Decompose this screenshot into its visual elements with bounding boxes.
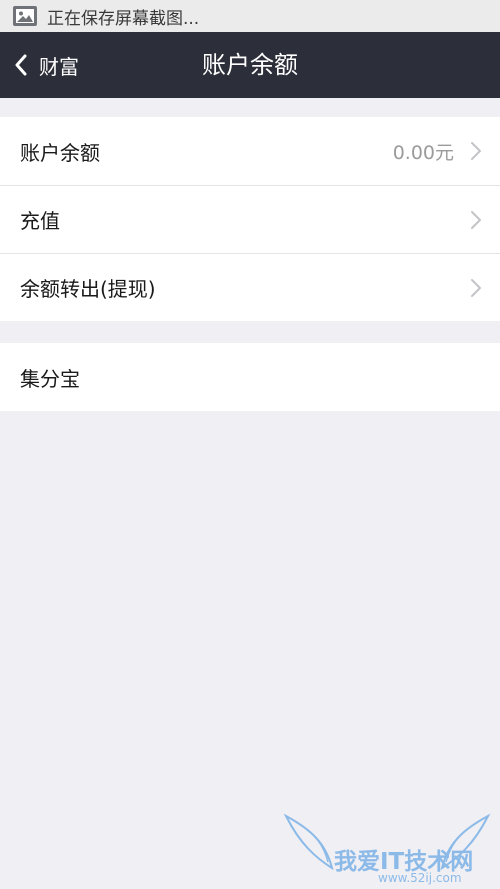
chevron-right-icon [471,210,481,229]
watermark-url: www.52ij.com [378,871,462,885]
wealth-options-group: 账户余额 0.00元 充值 余额转出(提现) [0,117,500,321]
jifenbao-label: 集分宝 [20,366,80,391]
recharge-label: 充值 [20,209,60,233]
withdraw-label: 余额转出(提现) [20,277,156,301]
balance-label: 账户余额 [20,140,100,165]
watermark: 我爱IT技术网 www.52ij.com [282,808,492,888]
chevron-right-icon [471,278,481,297]
status-bar: 正在保存屏幕截图... [0,0,500,32]
chevron-left-icon [15,54,27,76]
back-button[interactable]: 财富 [14,32,79,98]
status-text: 正在保存屏幕截图... [47,8,200,29]
chevron-right-icon [471,142,481,160]
nav-bar: 财富 账户余额 [0,32,500,98]
withdraw-row[interactable]: 余额转出(提现) [0,253,500,321]
wings-logo [283,813,491,871]
balance-row[interactable]: 账户余额 0.00元 [0,117,500,185]
back-label: 财富 [39,54,79,79]
watermark-title: 我爱IT技术网 [334,849,474,875]
jifenbao-group: 集分宝 [0,343,500,411]
jifenbao-row[interactable]: 集分宝 [0,343,500,411]
balance-value: 0.00元 [392,141,454,164]
image-icon [13,6,37,26]
recharge-row[interactable]: 充值 [0,185,500,253]
